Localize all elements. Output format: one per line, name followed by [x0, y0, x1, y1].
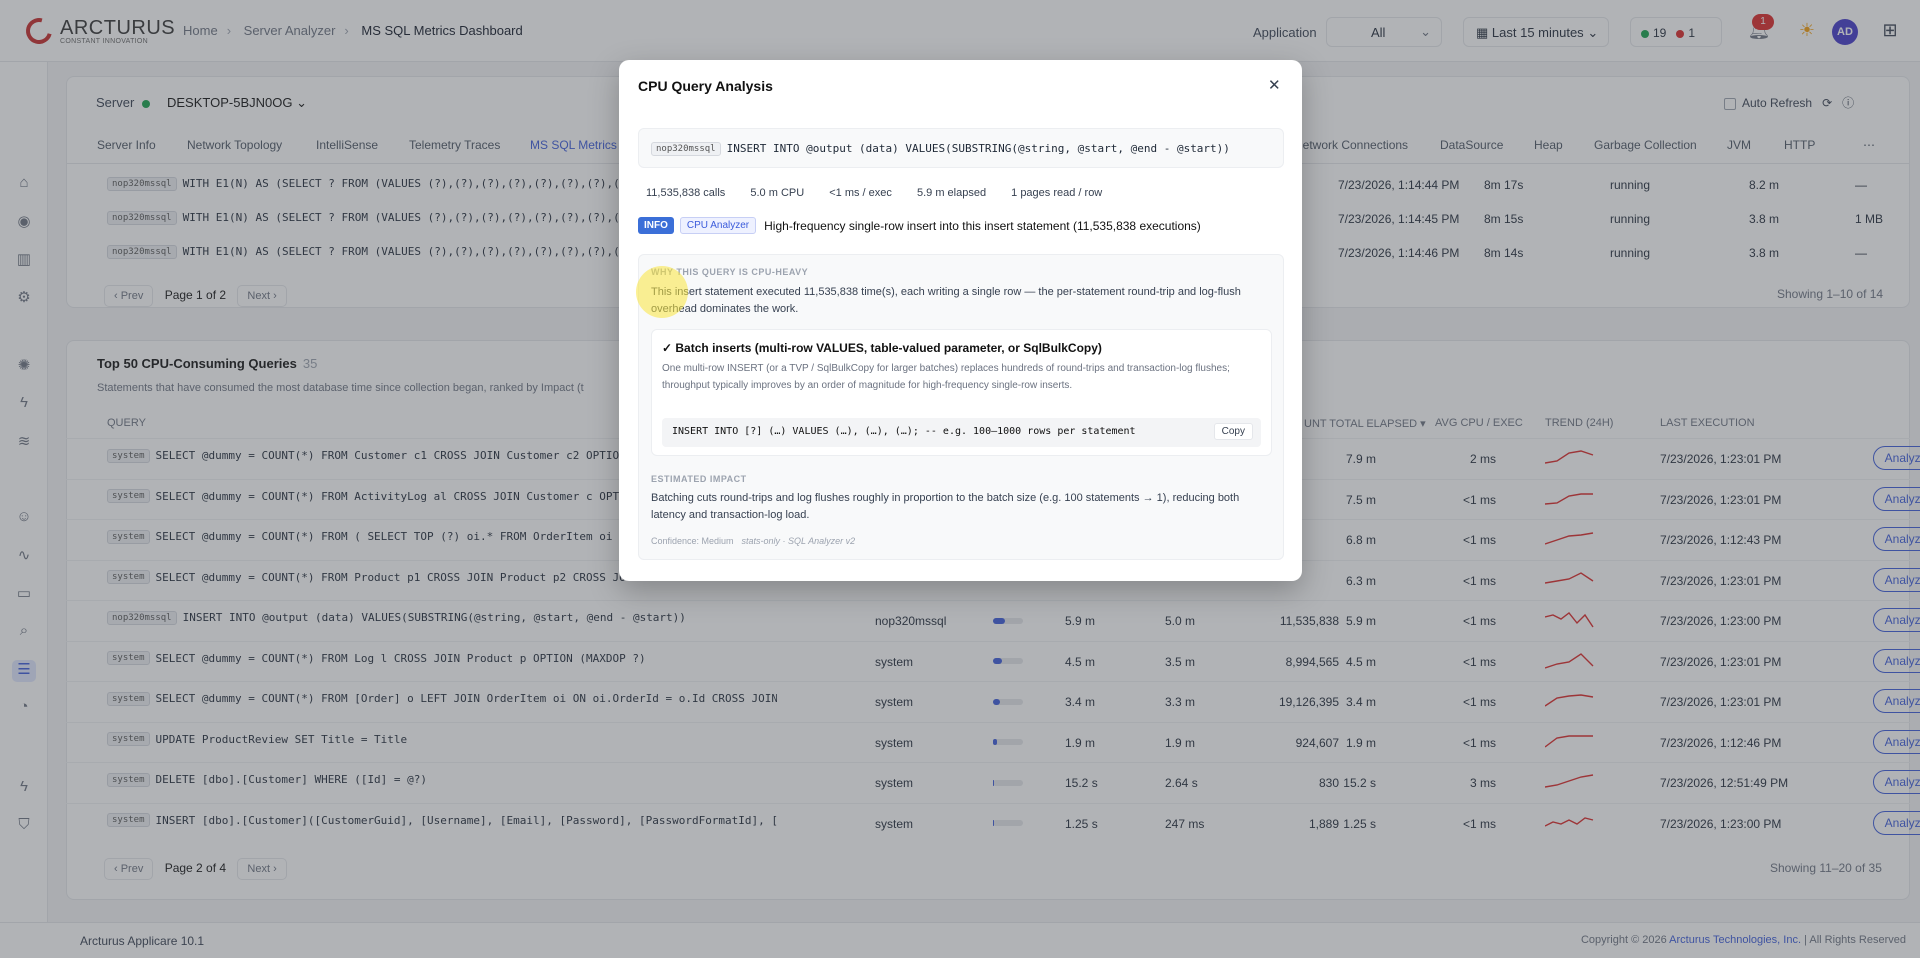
analyzer-badge: CPU Analyzer	[679, 217, 757, 234]
impact-body: Batching cuts round-trips and log flushe…	[651, 492, 1240, 521]
code-text: INSERT INTO [?] (…) VALUES (…), (…), (…)…	[672, 426, 1136, 437]
dialog-title: CPU Query Analysis	[638, 78, 773, 94]
recommendation-card: ✓ Batch inserts (multi-row VALUES, table…	[651, 329, 1272, 456]
stat-per-exec: <1 ms / exec	[829, 187, 892, 199]
analysis-source: stats-only · SQL Analyzer v2	[741, 536, 856, 546]
impact-heading: ESTIMATED IMPACT	[651, 474, 747, 484]
info-badge: INFO	[638, 217, 674, 234]
stat-calls: 11,535,838 calls	[646, 187, 726, 199]
finding-summary: High-frequency single-row insert into th…	[764, 218, 1201, 233]
stat-cpu: 5.0 m CPU	[750, 187, 805, 199]
confidence-line: Confidence: Medium stats-only · SQL Analy…	[651, 536, 855, 546]
query-sql: INSERT INTO @output (data) VALUES(SUBSTR…	[726, 142, 1230, 155]
finding-tags: INFO CPU Analyzer High-frequency single-ro…	[638, 217, 1201, 234]
why-section: WHY THIS QUERY IS CPU-HEAVY This insert …	[638, 254, 1284, 560]
query-text-box: nop320mssql INSERT INTO @output (data) VA…	[638, 128, 1284, 168]
database-chip: nop320mssql	[651, 141, 721, 156]
stat-pages: 1 pages read / row	[1011, 187, 1103, 199]
recommendation-description: One multi-row INSERT (or a TVP / SqlBulk…	[662, 363, 1230, 391]
recommendation-title: ✓ Batch inserts (multi-row VALUES, table…	[662, 341, 1102, 355]
cursor-highlight	[636, 266, 688, 318]
why-body: This insert statement executed 11,535,83…	[651, 286, 1241, 315]
cpu-query-analysis-dialog: CPU Query Analysis ✕ nop320mssql INSERT I…	[619, 60, 1302, 581]
stat-elapsed: 5.9 m elapsed	[916, 187, 987, 199]
copy-button[interactable]: Copy	[1213, 423, 1253, 440]
close-icon[interactable]: ✕	[1268, 76, 1281, 94]
code-snippet: INSERT INTO [?] (…) VALUES (…), (…), (…)…	[662, 418, 1261, 447]
query-stats: 11,535,838 calls 5.0 m CPU <1 ms / exec …	[646, 187, 1124, 199]
confidence: Confidence: Medium	[651, 536, 734, 546]
